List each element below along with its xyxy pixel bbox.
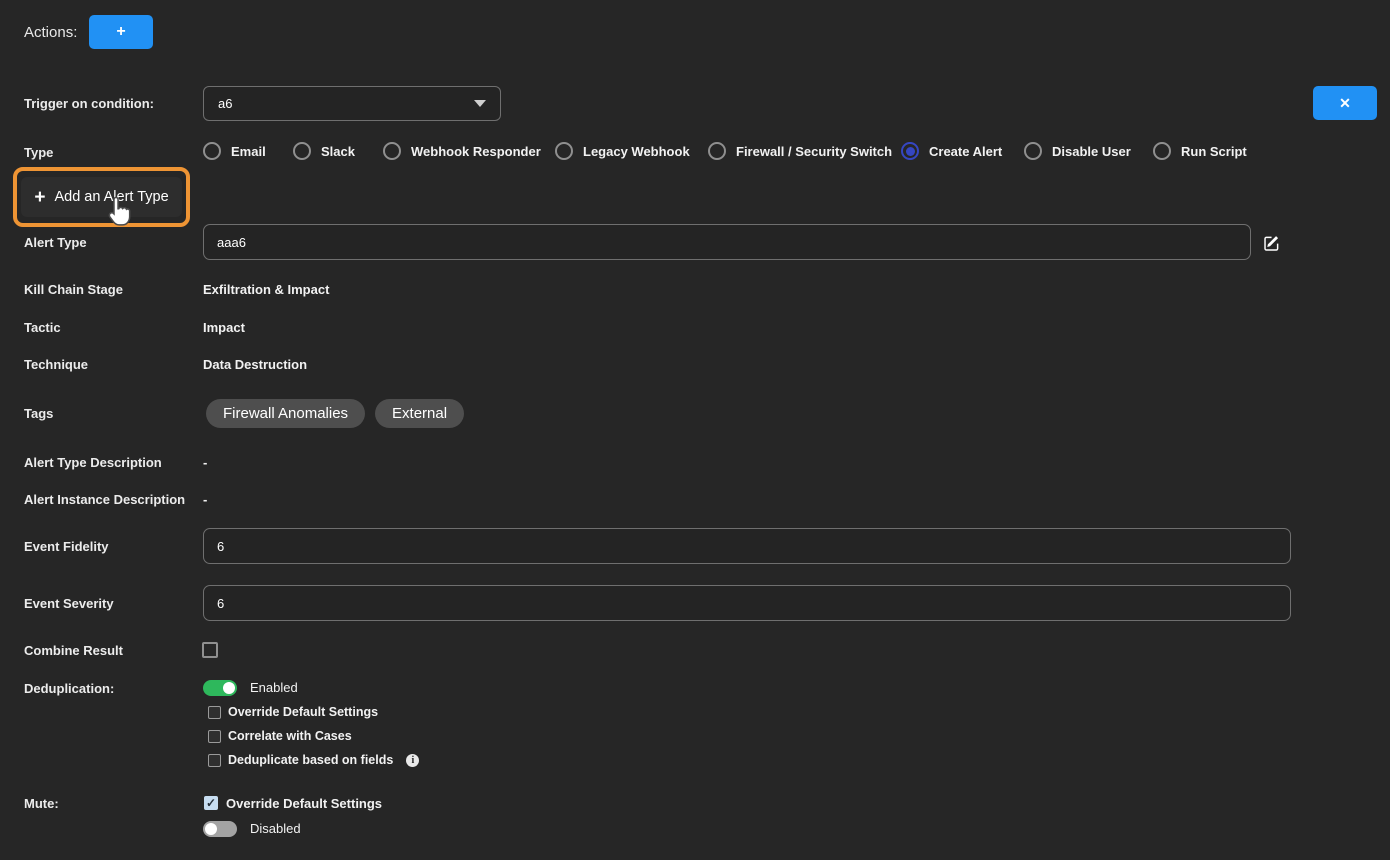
event-fidelity-label: Event Fidelity bbox=[24, 539, 109, 555]
mute-toggle-row: Disabled bbox=[203, 821, 301, 837]
dedup-correlate-with-cases-row[interactable]: Correlate with Cases bbox=[208, 728, 352, 744]
mute-toggle-state: Disabled bbox=[250, 821, 301, 837]
alert-instance-description-value: - bbox=[203, 492, 207, 508]
tags-label: Tags bbox=[24, 406, 53, 422]
event-fidelity-input[interactable] bbox=[203, 528, 1291, 564]
radio-option-run-script[interactable]: Run Script bbox=[1153, 141, 1247, 161]
alert-instance-description-label: Alert Instance Description bbox=[24, 492, 185, 508]
radio-circle-selected bbox=[901, 142, 919, 160]
toggle-knob bbox=[205, 823, 217, 835]
mute-override-default-settings-row[interactable]: ✓ Override Default Settings bbox=[204, 795, 382, 811]
radio-circle bbox=[383, 142, 401, 160]
kill-chain-stage-value: Exfiltration & Impact bbox=[203, 282, 329, 298]
radio-option-email[interactable]: Email bbox=[203, 141, 266, 161]
dedup-override-default-settings-row[interactable]: Override Default Settings bbox=[208, 704, 378, 720]
alert-type-description-label: Alert Type Description bbox=[24, 455, 162, 471]
checkbox[interactable] bbox=[208, 730, 221, 743]
info-icon[interactable]: i bbox=[406, 754, 419, 767]
dedup-based-on-fields-row[interactable]: Deduplicate based on fields i bbox=[208, 752, 419, 768]
deduplication-toggle-state: Enabled bbox=[250, 680, 298, 696]
actions-label: Actions: bbox=[24, 24, 77, 41]
radio-circle bbox=[203, 142, 221, 160]
radio-circle bbox=[1024, 142, 1042, 160]
deduplication-toggle[interactable] bbox=[203, 680, 237, 696]
alert-type-label: Alert Type bbox=[24, 235, 87, 251]
tags-list: Firewall Anomalies External bbox=[206, 399, 464, 428]
radio-circle bbox=[293, 142, 311, 160]
remove-action-button[interactable]: ✕ bbox=[1313, 86, 1377, 120]
alert-action-form: Actions: + Trigger on condition: a6 ✕ Ty… bbox=[0, 0, 1390, 860]
deduplication-label: Deduplication: bbox=[24, 681, 114, 697]
add-action-button[interactable]: + bbox=[89, 15, 153, 49]
tactic-value: Impact bbox=[203, 320, 245, 336]
mute-label: Mute: bbox=[24, 796, 59, 812]
radio-option-disable-user[interactable]: Disable User bbox=[1024, 141, 1131, 161]
plus-icon: + bbox=[116, 23, 125, 41]
tag-pill: Firewall Anomalies bbox=[206, 399, 365, 428]
deduplication-toggle-row: Enabled bbox=[203, 680, 298, 696]
trigger-condition-select[interactable]: a6 bbox=[203, 86, 501, 121]
trigger-condition-label: Trigger on condition: bbox=[24, 96, 154, 112]
event-severity-label: Event Severity bbox=[24, 596, 114, 612]
radio-circle bbox=[1153, 142, 1171, 160]
plus-icon: + bbox=[34, 188, 45, 207]
radio-option-webhook-responder[interactable]: Webhook Responder bbox=[383, 141, 541, 161]
checkbox[interactable] bbox=[208, 706, 221, 719]
hand-cursor-icon bbox=[105, 196, 132, 227]
toggle-knob bbox=[223, 682, 235, 694]
add-alert-type-button[interactable]: + Add an Alert Type bbox=[21, 177, 181, 217]
trigger-condition-value: a6 bbox=[218, 96, 232, 111]
combine-result-checkbox[interactable] bbox=[202, 642, 218, 658]
chevron-down-icon bbox=[474, 100, 486, 107]
alert-type-input[interactable] bbox=[203, 224, 1251, 260]
close-icon: ✕ bbox=[1339, 95, 1351, 112]
annotation-highlight-box: + Add an Alert Type bbox=[13, 167, 190, 227]
radio-circle bbox=[708, 142, 726, 160]
radio-circle bbox=[555, 142, 573, 160]
radio-option-slack[interactable]: Slack bbox=[293, 141, 355, 161]
event-severity-input[interactable] bbox=[203, 585, 1291, 621]
technique-label: Technique bbox=[24, 357, 88, 373]
checkbox-checked[interactable]: ✓ bbox=[204, 796, 218, 810]
combine-result-label: Combine Result bbox=[24, 643, 123, 659]
checkbox[interactable] bbox=[208, 754, 221, 767]
technique-value: Data Destruction bbox=[203, 357, 307, 373]
type-label: Type bbox=[24, 145, 53, 161]
kill-chain-stage-label: Kill Chain Stage bbox=[24, 282, 123, 298]
alert-type-description-value: - bbox=[203, 455, 207, 471]
radio-option-create-alert[interactable]: Create Alert bbox=[901, 141, 1002, 161]
mute-toggle[interactable] bbox=[203, 821, 237, 837]
radio-option-firewall-security-switch[interactable]: Firewall / Security Switch bbox=[708, 141, 892, 161]
tactic-label: Tactic bbox=[24, 320, 61, 336]
tag-pill: External bbox=[375, 399, 464, 428]
radio-option-legacy-webhook[interactable]: Legacy Webhook bbox=[555, 141, 690, 161]
edit-icon[interactable] bbox=[1263, 234, 1281, 255]
